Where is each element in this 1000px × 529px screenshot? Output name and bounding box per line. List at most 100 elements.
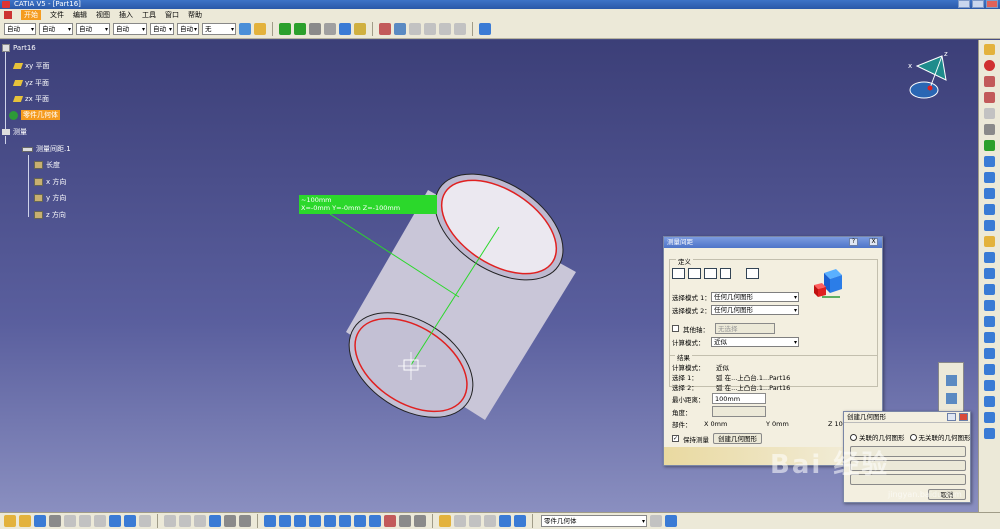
transparency-select[interactable]: 自动 xyxy=(39,23,73,35)
shading-icon[interactable] xyxy=(384,515,396,527)
chamfer-icon[interactable] xyxy=(984,204,995,215)
pattern-icon[interactable] xyxy=(984,300,995,311)
remove-face-icon[interactable] xyxy=(984,428,995,439)
keep-measure-checkbox[interactable]: ✓ xyxy=(672,435,679,442)
pocket-icon[interactable] xyxy=(984,92,995,103)
mode2-dropdown[interactable]: 任何几何图形 xyxy=(711,305,799,315)
shaft-icon[interactable] xyxy=(984,108,995,119)
dress-up-icon[interactable] xyxy=(984,412,995,423)
close-window-button[interactable] xyxy=(986,0,998,8)
color-select[interactable]: 自动 xyxy=(4,23,36,35)
tool-b-icon[interactable] xyxy=(484,515,496,527)
measure-between-mode-icon[interactable] xyxy=(672,268,685,279)
measure-bottom-icon[interactable] xyxy=(454,515,466,527)
pan-icon[interactable] xyxy=(294,515,306,527)
draft-icon[interactable] xyxy=(984,220,995,231)
split-icon[interactable] xyxy=(984,348,995,359)
tree-item-yz-plane[interactable]: yz 平面 xyxy=(12,78,49,88)
stop-icon[interactable] xyxy=(984,60,995,71)
help-button[interactable]: ? xyxy=(849,238,858,246)
section-icon[interactable] xyxy=(394,23,406,35)
calc-mode-dropdown[interactable]: 近似 xyxy=(711,337,799,347)
zoom-in-icon[interactable] xyxy=(324,515,336,527)
slot-icon[interactable] xyxy=(984,172,995,183)
move-alt-icon[interactable] xyxy=(294,23,306,35)
close-surface-icon[interactable] xyxy=(984,380,995,391)
menu-insert[interactable]: 插入 xyxy=(119,10,133,20)
tree-item-xy-plane[interactable]: xy 平面 xyxy=(12,61,50,71)
layer-select[interactable]: 无 xyxy=(202,23,236,35)
knowledge-icon[interactable] xyxy=(194,515,206,527)
move-icon[interactable] xyxy=(279,23,291,35)
tool-d-icon[interactable] xyxy=(514,515,526,527)
tree-item-zx-plane[interactable]: zx 平面 xyxy=(12,94,49,104)
menu-help[interactable]: 帮助 xyxy=(188,10,202,20)
cut-icon[interactable] xyxy=(64,515,76,527)
maximize-button[interactable] xyxy=(972,0,984,8)
tool-c-icon[interactable] xyxy=(499,515,511,527)
menu-file[interactable]: 文件 xyxy=(50,10,64,20)
measure-chain-icon[interactable] xyxy=(688,268,701,279)
tool-f-icon[interactable] xyxy=(665,515,677,527)
brush-icon[interactable] xyxy=(254,23,266,35)
tool-e-icon[interactable] xyxy=(650,515,662,527)
menu-view[interactable]: 视图 xyxy=(96,10,110,20)
groove-icon[interactable] xyxy=(984,124,995,135)
scale-icon[interactable] xyxy=(984,316,995,327)
camera-icon[interactable] xyxy=(224,515,236,527)
thickness-icon[interactable] xyxy=(984,252,995,263)
views-icon[interactable] xyxy=(369,515,381,527)
redo-icon[interactable] xyxy=(124,515,136,527)
macro-icon[interactable] xyxy=(479,23,491,35)
min-dist-field[interactable]: 100mm xyxy=(712,393,766,404)
measure-item-icon[interactable] xyxy=(946,393,957,404)
tree-item-measure-between[interactable]: 测量间距.1 xyxy=(22,144,71,154)
pad-icon[interactable] xyxy=(984,76,995,87)
measure-between-icon[interactable] xyxy=(946,375,957,386)
line-type-select[interactable]: 自动 xyxy=(113,23,147,35)
copy-icon[interactable] xyxy=(409,23,421,35)
zoom-out-icon[interactable] xyxy=(339,515,351,527)
body-select[interactable]: 零件几何体 xyxy=(541,515,647,527)
properties-icon[interactable] xyxy=(454,23,466,35)
line-thickness-select[interactable]: 自动 xyxy=(76,23,110,35)
dialog2-close-button[interactable] xyxy=(959,413,968,421)
undo-icon[interactable] xyxy=(109,515,121,527)
customize-icon[interactable] xyxy=(720,268,731,279)
measure-fan-icon[interactable] xyxy=(704,268,717,279)
mirror-icon[interactable] xyxy=(984,284,995,295)
tree-root[interactable]: Part16 xyxy=(2,44,36,52)
cam-2-icon[interactable] xyxy=(239,515,251,527)
compass-widget[interactable]: x z xyxy=(902,48,962,108)
mode1-dropdown[interactable]: 任何几何图形 xyxy=(711,292,799,302)
thread-icon[interactable] xyxy=(984,268,995,279)
swap-space-icon[interactable] xyxy=(414,515,426,527)
create-geometry-icon[interactable] xyxy=(746,268,759,279)
assoc-radio[interactable] xyxy=(850,433,857,441)
close-button[interactable]: X xyxy=(869,238,878,246)
point-type-select[interactable]: 自动 xyxy=(150,23,174,35)
paste-icon[interactable] xyxy=(424,23,436,35)
paint-icon[interactable] xyxy=(239,23,251,35)
sew-icon[interactable] xyxy=(984,364,995,375)
sketcher-icon[interactable] xyxy=(439,515,451,527)
measure-icon[interactable] xyxy=(309,23,321,35)
angle-field[interactable] xyxy=(712,406,766,417)
tree-item-y-dir[interactable]: y 方向 xyxy=(34,193,66,203)
special-paste-icon[interactable] xyxy=(439,23,451,35)
minimize-button[interactable] xyxy=(958,0,970,8)
rib-icon[interactable] xyxy=(984,156,995,167)
analysis-icon[interactable] xyxy=(379,23,391,35)
tree-item-x-dir[interactable]: x 方向 xyxy=(34,177,66,187)
save-icon[interactable] xyxy=(34,515,46,527)
tree-item-body[interactable]: 零件几何体 xyxy=(9,110,60,120)
menu-window[interactable]: 窗口 xyxy=(165,10,179,20)
layer-select-a[interactable]: 自动 xyxy=(177,23,199,35)
new-file-icon[interactable] xyxy=(4,515,16,527)
whats-this-icon[interactable] xyxy=(139,515,151,527)
tree-item-z-dir[interactable]: z 方向 xyxy=(34,210,66,220)
thick-surface-icon[interactable] xyxy=(984,396,995,407)
menu-start[interactable]: 开始 xyxy=(21,9,41,20)
tree-item-length[interactable]: 长度 xyxy=(34,160,60,170)
formula-icon[interactable] xyxy=(164,515,176,527)
